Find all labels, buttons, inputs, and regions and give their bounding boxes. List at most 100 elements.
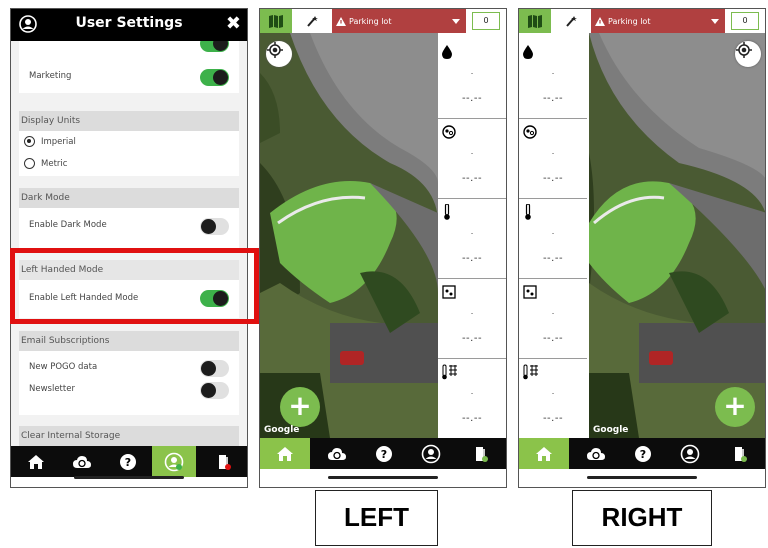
marketing-label: Marketing: [29, 71, 72, 81]
crosshair-icon: [736, 42, 752, 58]
settings-list[interactable]: Marketing Display Units Imperial Metric …: [11, 41, 247, 446]
email-card: New POGO data Newsletter: [19, 351, 239, 415]
reading-soil[interactable]: . --.--: [438, 119, 506, 199]
satellite-map[interactable]: + Google: [260, 33, 438, 438]
add-button[interactable]: +: [715, 387, 755, 427]
nav-logout[interactable]: [205, 446, 243, 477]
nav-help[interactable]: ?: [624, 438, 662, 469]
warning-icon: [336, 16, 346, 26]
map-screen-left: Parking lot 0 + Google . --.-- . --.-- .…: [259, 8, 507, 488]
cloud-sync-icon: [328, 447, 346, 460]
reading-value: --.--: [542, 333, 564, 344]
left-handed-highlight-box: [10, 248, 259, 324]
reading-dot: .: [551, 67, 555, 76]
reading-dot: .: [551, 147, 555, 156]
home-icon: [277, 446, 293, 461]
zone-selector[interactable]: Parking lot: [332, 9, 466, 33]
reading-dot: .: [470, 227, 474, 236]
reading-moisture[interactable]: . --.--: [519, 39, 587, 119]
nav-home[interactable]: [260, 438, 310, 469]
magic-wand-button[interactable]: [294, 9, 330, 33]
reading-temperature[interactable]: . --.--: [438, 199, 506, 279]
reading-soil[interactable]: . --.--: [519, 119, 587, 199]
map-screen-right: Parking lot 0 . --.-- . --.-- . --.-- . …: [518, 8, 766, 488]
satellite-map[interactable]: + Google: [589, 33, 765, 438]
magic-wand-icon: [307, 16, 318, 27]
soil-sensor-icon: [442, 124, 456, 143]
zone-label: Parking lot: [349, 16, 392, 26]
reading-moisture[interactable]: . --.--: [438, 39, 506, 119]
nav-logout[interactable]: [462, 438, 500, 469]
nav-logout[interactable]: [721, 438, 759, 469]
logout-icon: [735, 446, 747, 462]
nav-sync[interactable]: [63, 446, 101, 477]
nav-home[interactable]: [519, 438, 569, 469]
svg-text:?: ?: [381, 448, 387, 461]
marketing-toggle[interactable]: [200, 69, 229, 86]
svg-text:?: ?: [125, 456, 131, 469]
nav-help[interactable]: ?: [109, 446, 147, 477]
user-settings-icon: [164, 452, 184, 471]
nav-user-settings[interactable]: [412, 438, 450, 469]
cloud-sync-icon: [587, 447, 605, 460]
newsletter-toggle[interactable]: [200, 382, 229, 399]
crosshair-icon: [267, 42, 283, 58]
caption-right: RIGHT: [572, 490, 712, 546]
reading-dot: .: [551, 307, 555, 316]
reading-temperature[interactable]: . --.--: [519, 199, 587, 279]
display-units-card: Imperial Metric: [19, 131, 239, 176]
zone-selector[interactable]: Parking lot: [591, 9, 725, 33]
nav-home[interactable]: [17, 446, 55, 477]
my-location-button[interactable]: [266, 41, 292, 67]
google-attribution: Google: [264, 425, 300, 435]
map-icon: [269, 15, 283, 28]
reading-soil-temperature[interactable]: . --.--: [519, 359, 587, 439]
gesture-bar: [74, 476, 184, 479]
previous-toggle[interactable]: [200, 41, 229, 52]
user-settings-icon: [680, 444, 700, 463]
add-button[interactable]: +: [280, 387, 320, 427]
imperial-label: Imperial: [41, 137, 76, 147]
map-view-button[interactable]: [519, 9, 551, 33]
reading-salinity[interactable]: . --.--: [438, 279, 506, 359]
imperial-radio[interactable]: [24, 136, 35, 147]
logout-icon: [476, 446, 488, 462]
nav-user-settings[interactable]: [152, 446, 196, 477]
reading-soil-temperature[interactable]: . --.--: [438, 359, 506, 439]
temperature-grid-icon: [523, 364, 539, 384]
home-icon: [536, 446, 552, 461]
metric-radio[interactable]: [24, 158, 35, 169]
magic-wand-button[interactable]: [553, 9, 589, 33]
map-toolbar: Parking lot 0: [260, 9, 506, 33]
water-drop-icon: [442, 44, 452, 63]
reading-value: --.--: [461, 93, 483, 104]
svg-text:?: ?: [640, 448, 646, 461]
bottom-nav: ?: [260, 438, 506, 469]
reading-dot: .: [470, 147, 474, 156]
new-pogo-data-toggle[interactable]: [200, 360, 229, 377]
nav-sync[interactable]: [318, 438, 356, 469]
gesture-bar: [328, 476, 438, 479]
settings-header: User Settings ✖: [11, 9, 247, 41]
thermometer-icon: [523, 203, 533, 224]
nav-user-settings[interactable]: [671, 438, 709, 469]
reading-value: --.--: [542, 173, 564, 184]
nav-sync[interactable]: [577, 438, 615, 469]
nav-help[interactable]: ?: [365, 438, 403, 469]
reading-value: --.--: [461, 413, 483, 424]
my-location-button[interactable]: [735, 41, 761, 67]
close-icon[interactable]: ✖: [226, 14, 241, 34]
clear-storage-header[interactable]: Clear Internal Storage: [19, 426, 239, 446]
reading-value: --.--: [461, 253, 483, 264]
zone-label: Parking lot: [608, 16, 651, 26]
readings-panel: . --.-- . --.-- . --.-- . --.-- . --.--: [519, 39, 587, 439]
map-view-button[interactable]: [260, 9, 292, 33]
home-icon: [28, 454, 44, 469]
soil-sensor-icon: [523, 124, 537, 143]
map-icon: [528, 15, 542, 28]
count-box: 0: [731, 12, 759, 30]
display-units-header: Display Units: [19, 111, 239, 131]
reading-salinity[interactable]: . --.--: [519, 279, 587, 359]
count-box: 0: [472, 12, 500, 30]
dark-mode-toggle[interactable]: [200, 218, 229, 235]
